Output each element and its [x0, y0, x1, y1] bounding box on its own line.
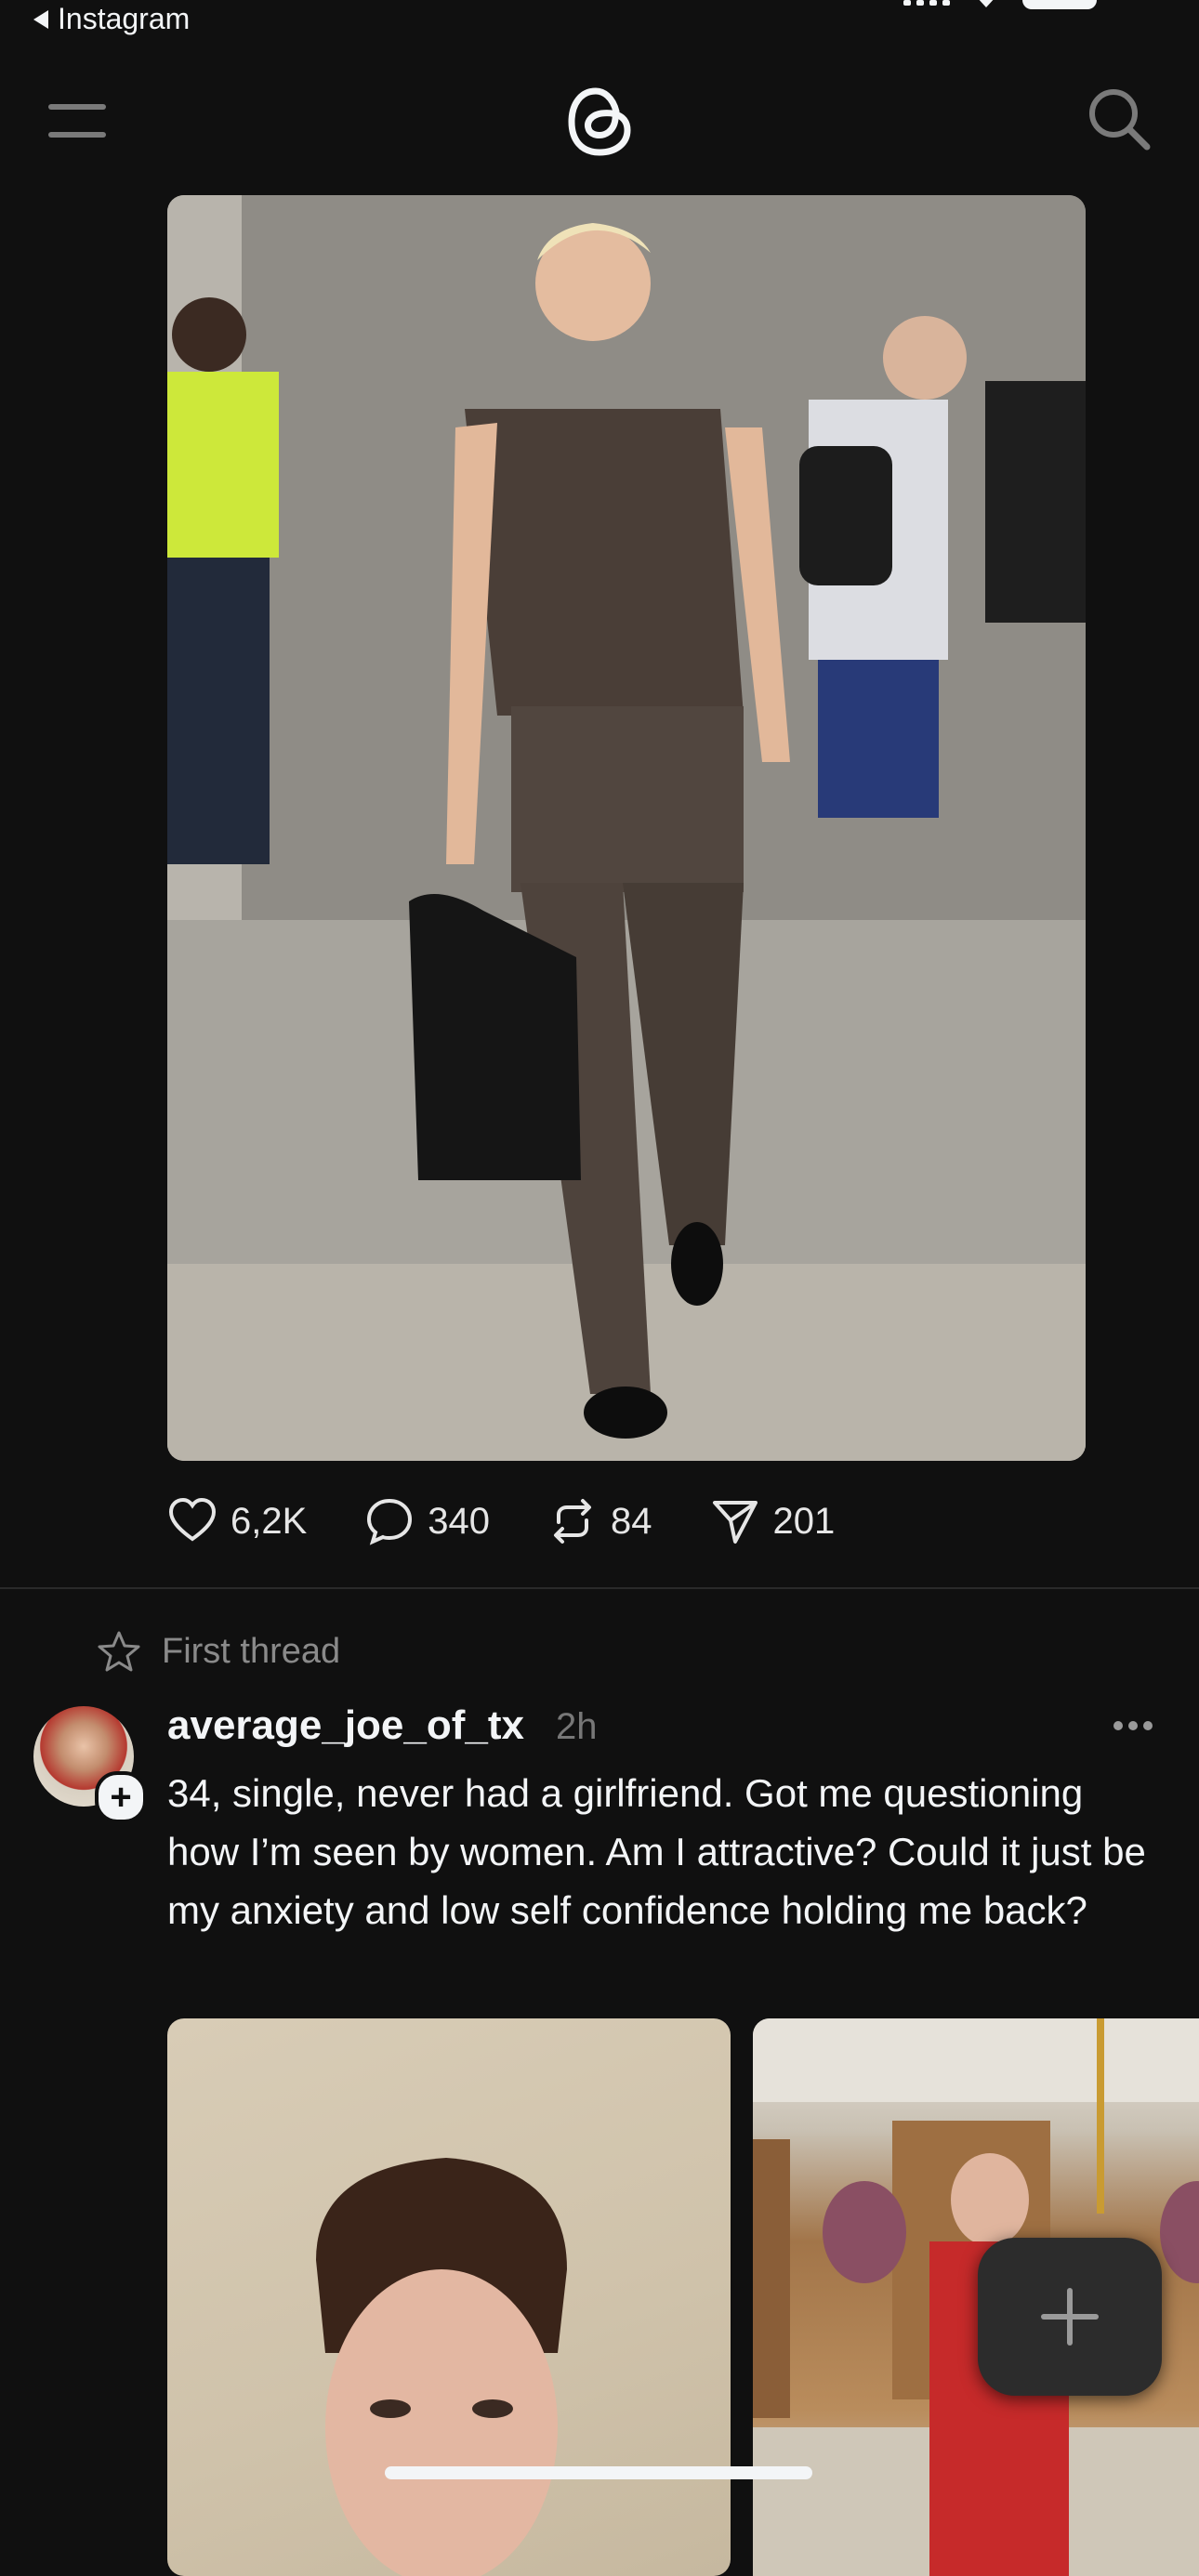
- follow-plus-icon[interactable]: +: [95, 1771, 147, 1823]
- back-label: Instagram: [58, 2, 191, 35]
- plus-icon: [1041, 2288, 1099, 2346]
- threads-logo[interactable]: [564, 84, 635, 160]
- signal-icon: [903, 0, 950, 6]
- repost-icon: [554, 1499, 592, 1544]
- post-divider: [0, 1587, 1199, 1589]
- post-actions: 6,2K 340 84 201: [167, 1496, 835, 1546]
- username[interactable]: average_joe_of_tx: [167, 1702, 524, 1749]
- home-indicator[interactable]: [385, 2466, 812, 2479]
- fashion-photo: [167, 195, 1086, 1461]
- battery-icon: [1022, 0, 1097, 9]
- comment-button[interactable]: 340: [364, 1496, 490, 1546]
- repost-count: 84: [611, 1500, 652, 1542]
- post-time: 2h: [556, 1706, 598, 1747]
- first-thread-indicator: First thread: [97, 1630, 340, 1673]
- share-button[interactable]: 201: [710, 1496, 836, 1546]
- status-icons: [903, 0, 1097, 9]
- share-icon: [712, 1501, 758, 1544]
- menu-button[interactable]: [48, 104, 106, 138]
- hamburger-icon: [48, 104, 106, 110]
- star-icon: [98, 1631, 140, 1672]
- comment-icon: [367, 1498, 413, 1545]
- post-image[interactable]: [167, 195, 1086, 1461]
- wifi-icon: [979, 0, 994, 7]
- selfie-photo: [316, 2158, 567, 2576]
- search-icon[interactable]: [1086, 85, 1153, 152]
- repost-button[interactable]: 84: [547, 1496, 652, 1546]
- comment-count: 340: [428, 1500, 491, 1542]
- post-text: 34, single, never had a girlfriend. Got …: [167, 1771, 1146, 1932]
- first-thread-label: First thread: [162, 1631, 341, 1671]
- more-options-icon[interactable]: [1113, 1721, 1153, 1730]
- heart-icon: [168, 1497, 217, 1542]
- back-arrow-icon: [33, 9, 48, 29]
- like-button[interactable]: 6,2K: [167, 1496, 307, 1546]
- post-image-1[interactable]: [167, 2018, 731, 2576]
- like-count: 6,2K: [231, 1500, 308, 1542]
- share-count: 201: [772, 1500, 836, 1542]
- compose-button[interactable]: [978, 2238, 1162, 2396]
- back-to-instagram[interactable]: Instagram: [33, 2, 190, 36]
